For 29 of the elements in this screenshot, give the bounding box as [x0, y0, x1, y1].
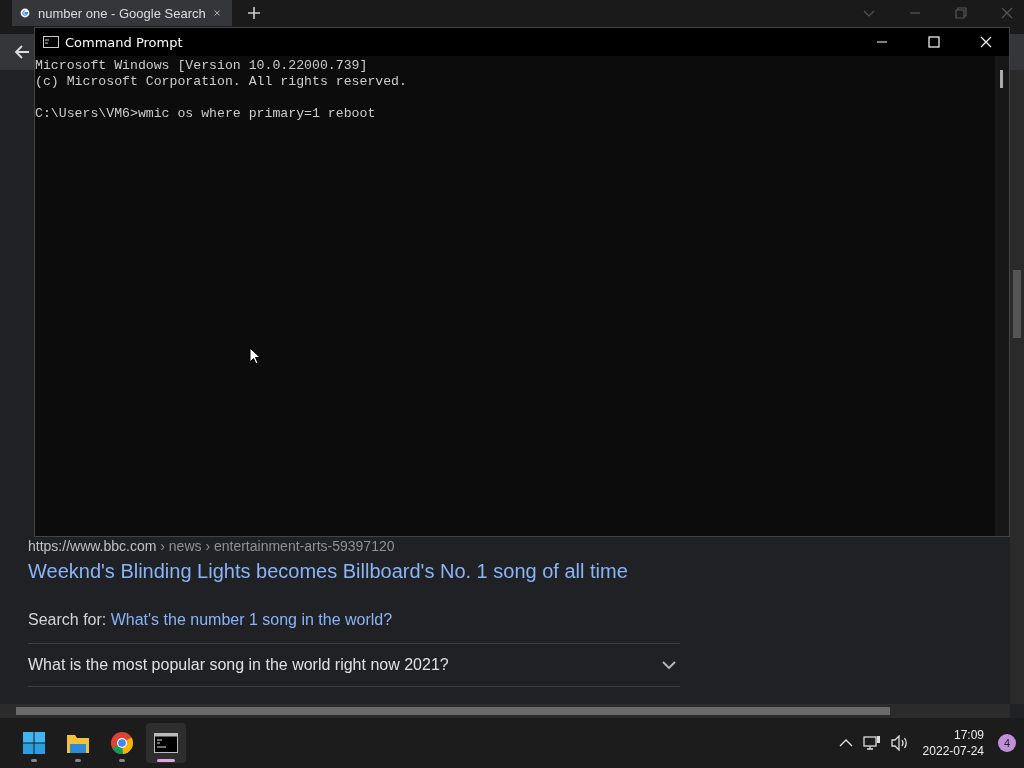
folder-icon [66, 732, 90, 754]
result-title-link[interactable]: Weeknd's Blinding Lights becomes Billboard's No. 1 song of all time [28, 560, 1010, 583]
search-suggestion-link[interactable]: What's the number 1 song in the world? [110, 611, 393, 628]
mouse-cursor-icon [249, 347, 261, 365]
network-icon[interactable] [862, 735, 881, 751]
question-row[interactable]: What is the most popular song in the world right now 2021? [28, 643, 680, 687]
chevron-icon [662, 660, 676, 670]
console-command-line: C:\Users\VM6>wmic os where primary=1 reboot [35, 106, 377, 122]
new-tab-icon[interactable] [248, 7, 260, 19]
windows-logo-icon [22, 731, 46, 755]
chrome-icon [110, 731, 134, 755]
back-arrow-icon[interactable] [14, 44, 30, 60]
scrollbar[interactable] [1010, 70, 1024, 704]
speaker-icon[interactable] [890, 735, 909, 751]
scrollbar[interactable] [995, 56, 1009, 536]
horizontal-scrollbar[interactable] [0, 704, 1010, 718]
terminal-icon [154, 733, 178, 753]
maximize-icon[interactable] [928, 36, 940, 48]
taskbar-app[interactable] [146, 723, 186, 763]
clock[interactable]: 17:09 2022-07-24 [918, 727, 988, 759]
notification-badge[interactable]: 4 [998, 734, 1016, 752]
chevron-up-icon[interactable] [838, 738, 853, 748]
console-icon [43, 36, 59, 48]
console-line: (c) Microsoft Corporation. All rights reserved. [35, 74, 408, 90]
browser-tab[interactable]: number one - Google Search [12, 0, 232, 26]
search-for-label: Search for: [28, 611, 107, 628]
result-url: https://www.bbc.com › news › entertainment-arts-59397120 [28, 538, 396, 554]
console-line: Microsoft Windows [Version 10.0.22000.739] [35, 58, 369, 74]
window-title: Command Prompt [65, 34, 183, 50]
